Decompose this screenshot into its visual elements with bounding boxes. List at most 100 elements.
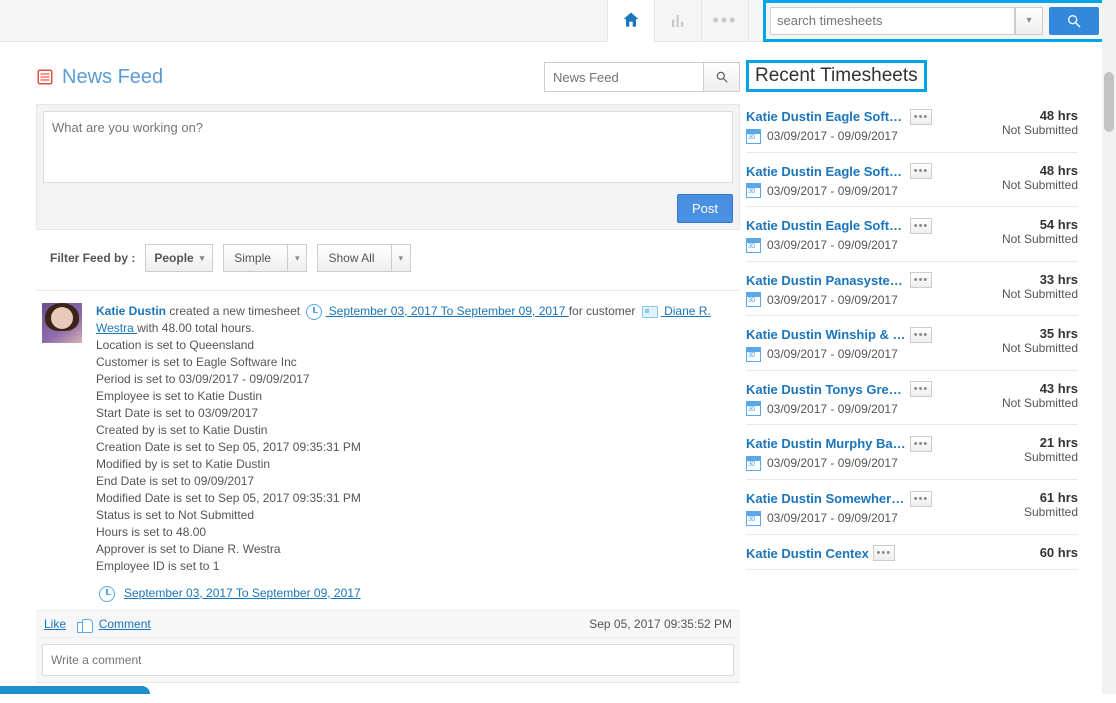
feed-timestamp: Sep 05, 2017 09:35:52 PM (589, 617, 732, 631)
timesheet-more-button[interactable]: ••• (910, 218, 932, 234)
timesheet-status: Not Submitted (1002, 123, 1078, 137)
clock-icon (99, 586, 115, 602)
timesheet-item: Katie Dustin Tonys Greenery ••• 03/09/2017… (746, 371, 1078, 426)
calendar-icon (746, 401, 761, 416)
timesheet-date: 03/09/2017 - 09/09/2017 (767, 456, 898, 470)
filter-showall-dropdown[interactable]: Show All ▾ (317, 244, 411, 272)
timesheet-title-link[interactable]: Katie Dustin Centex (746, 546, 869, 561)
timesheet-more-button[interactable]: ••• (910, 381, 932, 397)
feed-tail-text: with 48.00 total hours. (137, 321, 254, 335)
global-search-input[interactable] (770, 7, 1015, 35)
timesheet-title-link[interactable]: Katie Dustin Murphy Battis... (746, 436, 906, 451)
feed-search-input[interactable] (544, 62, 704, 92)
timesheet-date: 03/09/2017 - 09/09/2017 (767, 293, 898, 307)
timesheet-more-button[interactable]: ••• (873, 545, 895, 561)
feed-action-text: created a new timesheet (166, 304, 303, 318)
feed-detail-line: Location is set to Queensland (96, 337, 734, 354)
scrollbar-thumb[interactable] (1104, 72, 1114, 132)
topbar: ••• ▾ (0, 0, 1116, 42)
feed-detail-line: Employee ID is set to 1 (96, 558, 734, 575)
filter-simple-dropdown[interactable]: Simple ▾ (223, 244, 307, 272)
timesheet-item: Katie Dustin Eagle Softwar... ••• 03/09/20… (746, 98, 1078, 153)
timesheet-hours: 54 hrs (1002, 217, 1078, 232)
timesheet-status: Not Submitted (1002, 232, 1078, 246)
contact-card-icon (642, 306, 658, 318)
avatar[interactable] (42, 303, 82, 343)
feed-footer: Like Comment Sep 05, 2017 09:35:52 PM (36, 610, 740, 637)
caret-down-icon: ▾ (399, 253, 404, 264)
feed-filter-row: Filter Feed by : People ▾ Simple ▾ Show … (36, 244, 740, 272)
like-link[interactable]: Like (44, 617, 66, 631)
timesheet-date: 03/09/2017 - 09/09/2017 (767, 129, 898, 143)
global-search-highlight: ▾ (763, 0, 1106, 42)
search-icon (1066, 13, 1082, 29)
timesheet-title-link[interactable]: Katie Dustin Eagle Softwar... (746, 164, 906, 179)
tab-home[interactable] (607, 0, 654, 42)
recent-timesheets-heading: Recent Timesheets (746, 60, 927, 92)
caret-down-icon: ▾ (200, 253, 205, 264)
for-customer-text: for customer (569, 304, 639, 318)
timesheet-more-button[interactable]: ••• (910, 327, 932, 343)
timesheet-item: Katie Dustin Panasystems ••• 03/09/2017 - … (746, 262, 1078, 317)
home-icon (621, 10, 641, 30)
timesheet-more-button[interactable]: ••• (910, 109, 932, 125)
global-search-button[interactable] (1049, 7, 1099, 35)
timesheet-more-button[interactable]: ••• (910, 491, 932, 507)
timesheet-title-link[interactable]: Katie Dustin Winship & By... (746, 327, 906, 342)
timesheet-item: Katie Dustin Murphy Battis... ••• 03/09/20… (746, 425, 1078, 480)
timesheet-title-link[interactable]: Katie Dustin Eagle Softwar... (746, 218, 906, 233)
caret-down-icon: ▾ (295, 253, 300, 264)
bottom-accent-tab (0, 686, 150, 694)
timesheet-title-link[interactable]: Katie Dustin Panasystems (746, 273, 906, 288)
tab-more[interactable]: ••• (701, 0, 748, 42)
tab-reports[interactable] (654, 0, 701, 42)
timesheet-title-link[interactable]: Katie Dustin Tonys Greenery (746, 382, 906, 397)
timesheet-date: 03/09/2017 - 09/09/2017 (767, 347, 898, 361)
timesheet-hours: 48 hrs (1002, 163, 1078, 178)
filter-label: Filter Feed by : (50, 251, 135, 265)
post-button[interactable]: Post (677, 194, 733, 223)
timesheet-item: Katie Dustin Eagle Softwar...•••03/09/20… (746, 207, 1078, 262)
timesheet-hours: 60 hrs (1040, 545, 1078, 560)
timesheet-status: Submitted (1024, 450, 1078, 464)
timesheet-title-link[interactable]: Katie Dustin Eagle Softwar... (746, 109, 906, 124)
timesheet-more-button[interactable]: ••• (910, 163, 932, 179)
timesheet-hours: 21 hrs (1024, 435, 1078, 450)
feed-detail-line: Created by is set to Katie Dustin (96, 422, 734, 439)
calendar-icon (746, 238, 761, 253)
page-title: News Feed (36, 66, 163, 89)
ellipsis-icon: ••• (713, 10, 738, 31)
calendar-icon (746, 511, 761, 526)
timesheet-more-button[interactable]: ••• (910, 272, 932, 288)
feed-detail-line: Approver is set to Diane R. Westra (96, 541, 734, 558)
filter-simple-label: Simple (224, 251, 281, 265)
timesheet-date: 03/09/2017 - 09/09/2017 (767, 402, 898, 416)
chevron-down-icon: ▾ (1026, 15, 1031, 26)
feed-detail-line: Period is set to 03/09/2017 - 09/09/2017 (96, 371, 734, 388)
feed-detail-line: Creation Date is set to Sep 05, 2017 09:… (96, 439, 734, 456)
timesheet-title-link[interactable]: Katie Dustin Somewhere in... (746, 491, 906, 506)
feed-author-link[interactable]: Katie Dustin (96, 304, 166, 318)
calendar-icon (746, 292, 761, 307)
feed-period-link[interactable]: September 03, 2017 To September 09, 2017 (325, 304, 568, 318)
feed-icon (36, 68, 54, 86)
calendar-icon (746, 347, 761, 362)
feed-period-link-bottom[interactable]: September 03, 2017 To September 09, 2017 (124, 585, 361, 602)
timesheet-status: Not Submitted (1002, 287, 1078, 301)
timesheet-hours: 48 hrs (1002, 108, 1078, 123)
global-search-dropdown[interactable]: ▾ (1015, 7, 1043, 35)
feed-search-button[interactable] (704, 62, 740, 92)
clock-icon (306, 304, 322, 320)
feed-detail-line: Employee is set to Katie Dustin (96, 388, 734, 405)
status-composer: Post (36, 104, 740, 230)
timesheet-more-button[interactable]: ••• (910, 436, 932, 452)
calendar-icon (746, 129, 761, 144)
search-icon (715, 70, 729, 84)
timesheet-item: Katie Dustin Winship & By... ••• 03/09/201… (746, 316, 1078, 371)
status-textarea[interactable] (43, 111, 733, 183)
timesheet-date: 03/09/2017 - 09/09/2017 (767, 511, 898, 525)
filter-people-dropdown[interactable]: People ▾ (145, 244, 213, 272)
feed-detail-lines: Location is set to QueenslandCustomer is… (96, 337, 734, 575)
comment-input[interactable] (42, 644, 734, 676)
comment-link[interactable]: Comment (99, 617, 151, 631)
